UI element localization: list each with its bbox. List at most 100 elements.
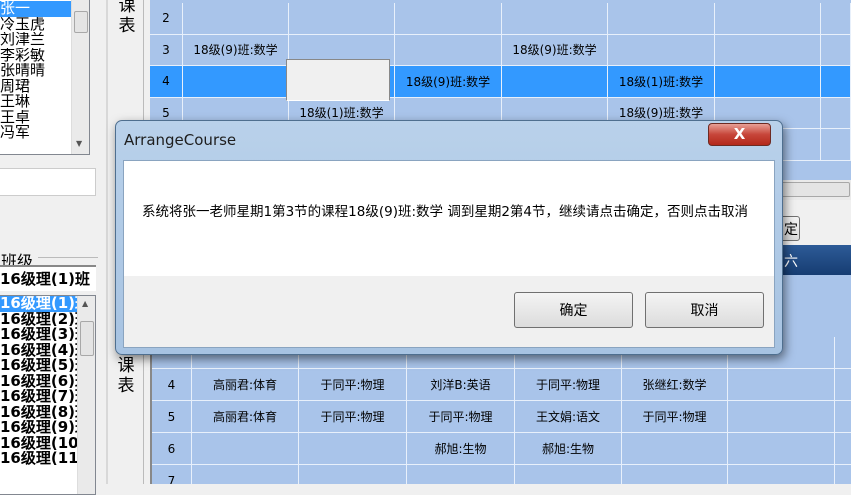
class-list-item[interactable]: 16级理(1)班: [0, 296, 79, 312]
class-select-input[interactable]: 16级理(1)班: [0, 265, 96, 291]
schedule-cell[interactable]: [821, 129, 851, 161]
ok-button[interactable]: 确定: [514, 292, 633, 328]
course-text: 18级(9)班:数学: [512, 43, 597, 58]
schedule-cell[interactable]: [728, 401, 835, 433]
schedule-cell[interactable]: 张继红:数学: [622, 369, 728, 401]
schedule-cell[interactable]: 18级(1)班:数学: [608, 66, 715, 98]
class-list-item[interactable]: 16级理(3)班: [0, 327, 79, 343]
schedule-cell[interactable]: 于同平:物理: [407, 401, 515, 433]
schedule-cell[interactable]: [407, 465, 515, 484]
class-list-item[interactable]: 16级理(9)班: [0, 420, 79, 436]
schedule-cell[interactable]: 刘洋B:英语: [407, 369, 515, 401]
schedule-cell[interactable]: 郝旭:生物: [407, 433, 515, 465]
schedule-cell[interactable]: [395, 34, 502, 66]
schedule-cell[interactable]: [299, 465, 407, 484]
schedule-cell[interactable]: 18级(9)班:数学: [395, 66, 502, 98]
schedule-cell[interactable]: [835, 369, 851, 401]
scroll-thumb[interactable]: [74, 11, 88, 33]
schedule-cell[interactable]: [622, 433, 728, 465]
schedule-cell[interactable]: [192, 433, 299, 465]
close-icon: X: [733, 125, 746, 143]
schedule-cell[interactable]: [715, 66, 821, 98]
teacher-list[interactable]: 张一 冷玉虎 刘津兰 李彩敏 张晴晴 周珺 王琳 王卓 冯军 ▼: [0, 0, 90, 155]
row-number: 5: [167, 409, 176, 424]
row-number: 3: [162, 42, 170, 57]
schedule-cell[interactable]: [821, 66, 851, 98]
scroll-down-arrow-icon[interactable]: ▼: [76, 139, 82, 148]
scroll-thumb[interactable]: [80, 321, 94, 356]
class-list-scrollbar[interactable]: ▲: [77, 296, 95, 494]
schedule-cell[interactable]: 于同平:物理: [622, 401, 728, 433]
row-number: 4: [167, 377, 176, 392]
row-number: 7: [167, 473, 176, 485]
schedule-cell[interactable]: [395, 3, 502, 35]
class-list-item[interactable]: 16级理(4)班: [0, 343, 79, 359]
schedule-cell[interactable]: [608, 34, 715, 66]
class-list-item[interactable]: 16级理(8)班: [0, 405, 79, 421]
course-text: 18级(9)班:数学: [405, 74, 491, 89]
course-text: 王文娟:语文: [535, 410, 601, 424]
class-list[interactable]: 16级理(1)班16级理(2)班16级理(3)班16级理(4)班16级理(5)班…: [0, 295, 96, 495]
schedule-cell[interactable]: [502, 3, 608, 35]
schedule-cell[interactable]: [608, 3, 715, 35]
header-saturday: 六: [784, 254, 798, 270]
class-list-item[interactable]: 16级理(6)班: [0, 374, 79, 390]
schedule-cell[interactable]: 18级(9)班:数学: [502, 34, 608, 66]
schedule-cell[interactable]: [715, 34, 821, 66]
teacher-filter-input[interactable]: [0, 168, 96, 196]
schedule-cell[interactable]: [728, 465, 835, 484]
cancel-button[interactable]: 取消: [645, 292, 764, 328]
cell-editor-input[interactable]: [286, 59, 390, 101]
schedule-cell[interactable]: 高丽君:体育: [192, 401, 299, 433]
schedule-cell[interactable]: [835, 465, 851, 484]
schedule-cell[interactable]: [515, 465, 622, 484]
course-text: 于同平:物理: [428, 410, 493, 424]
teacher-list-scrollbar[interactable]: ▼: [71, 0, 89, 154]
schedule-cell[interactable]: [299, 433, 407, 465]
scroll-up-arrow-icon[interactable]: ▲: [82, 299, 88, 308]
class-list-item[interactable]: 16级理(5)班: [0, 358, 79, 374]
schedule-cell[interactable]: [192, 465, 299, 484]
schedule-cell[interactable]: [715, 3, 821, 35]
schedule-cell[interactable]: [183, 66, 289, 98]
schedule-label-top: 课表: [118, 0, 136, 36]
schedule-cell[interactable]: [728, 433, 835, 465]
schedule-cell[interactable]: 18级(9)班:数学: [183, 34, 289, 66]
schedule-cell[interactable]: [821, 34, 851, 66]
schedule-cell[interactable]: 王文娟:语文: [515, 401, 622, 433]
row-number: 4: [162, 74, 170, 89]
course-text: 于同平:物理: [535, 378, 601, 392]
row-number-cell: 2: [150, 3, 183, 35]
row-number-cell: 4: [150, 66, 183, 98]
schedule-cell[interactable]: [835, 401, 851, 433]
schedule-cell[interactable]: 郝旭:生物: [515, 433, 622, 465]
course-text: 18级(9)班:数学: [193, 43, 278, 58]
dialog-body: 系统将张一老师星期1第3节的课程18级(9)班:数学 调到星期2第4节，继续请点…: [123, 160, 775, 348]
schedule-cell[interactable]: [821, 3, 851, 35]
close-button[interactable]: X: [708, 123, 771, 146]
schedule-cell[interactable]: 于同平:物理: [299, 401, 407, 433]
divider: [106, 0, 108, 484]
schedule-cell[interactable]: [835, 337, 851, 369]
schedule-cell[interactable]: [502, 66, 608, 98]
schedule-cell[interactable]: [821, 97, 851, 129]
schedule-cell[interactable]: [622, 465, 728, 484]
class-list-item[interactable]: 16级理(2)班: [0, 312, 79, 328]
course-text: 高丽君:体育: [212, 378, 278, 392]
row-number-cell: 4: [152, 369, 192, 401]
schedule-cell[interactable]: 于同平:物理: [515, 369, 622, 401]
class-list-item[interactable]: 16级理(11: [0, 451, 79, 467]
row-number-cell: 6: [152, 433, 192, 465]
schedule-cell[interactable]: [289, 3, 395, 35]
schedule-cell[interactable]: [183, 3, 289, 35]
schedule-label-bottom: 课表: [117, 356, 135, 396]
class-list-item[interactable]: 16级理(7)班: [0, 389, 79, 405]
course-text: 郝旭:生物: [541, 442, 595, 456]
course-text: 张继红:数学: [642, 378, 707, 392]
course-text: 于同平:物理: [320, 378, 385, 392]
schedule-cell[interactable]: 高丽君:体育: [192, 369, 299, 401]
class-list-item[interactable]: 16级理(10: [0, 436, 79, 452]
schedule-cell[interactable]: 于同平:物理: [299, 369, 407, 401]
schedule-cell[interactable]: [835, 433, 851, 465]
schedule-cell[interactable]: [728, 369, 835, 401]
